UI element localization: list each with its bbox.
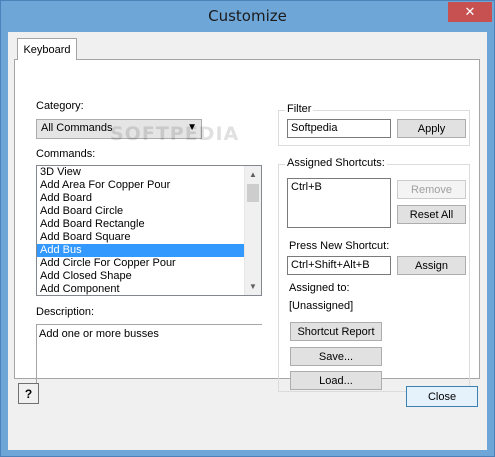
command-list-item[interactable]: Add Board Square: [37, 231, 261, 244]
assigned-shortcuts-label: Assigned Shortcuts:: [285, 157, 387, 169]
assigned-shortcuts-list[interactable]: Ctrl+B: [287, 178, 391, 228]
commands-label: Commands:: [36, 148, 96, 160]
load-button[interactable]: Load...: [290, 371, 382, 390]
window-title: Customize: [208, 7, 287, 25]
apply-button[interactable]: Apply: [397, 119, 466, 138]
command-list-item[interactable]: Add Circle For Copper Pour: [37, 257, 261, 270]
tab-keyboard[interactable]: Keyboard: [17, 38, 77, 60]
help-icon[interactable]: ?: [18, 383, 39, 404]
command-list-item[interactable]: Add Board: [37, 192, 261, 205]
commands-items: 3D View Add Area For Copper Pour Add Board…: [37, 166, 261, 295]
new-shortcut-label: Press New Shortcut:: [289, 240, 390, 252]
assign-button[interactable]: Assign: [397, 256, 466, 275]
remove-button[interactable]: Remove: [397, 180, 466, 199]
command-list-item[interactable]: Add Board Rectangle: [37, 218, 261, 231]
command-list-item[interactable]: Add Bus: [37, 244, 261, 257]
description-label: Description:: [36, 306, 95, 318]
commands-list[interactable]: 3D View Add Area For Copper Pour Add Board…: [36, 165, 262, 296]
new-shortcut-input[interactable]: Ctrl+Shift+Alt+B: [287, 256, 391, 275]
command-list-item[interactable]: Add Board Circle: [37, 205, 261, 218]
filter-input[interactable]: Softpedia: [287, 119, 391, 138]
commands-scrollbar[interactable]: ▲ ▼: [244, 166, 261, 295]
customize-window: Customize ✕ Keyboard Category: All Comma…: [0, 0, 495, 457]
window-close-icon[interactable]: ✕: [448, 2, 492, 22]
shortcut-report-button[interactable]: Shortcut Report: [290, 322, 382, 341]
command-list-item[interactable]: Add Area For Copper Pour: [37, 179, 261, 192]
dialog-client: Keyboard Category: All Commands ▼ SOFTPE…: [8, 32, 487, 450]
command-list-item[interactable]: Add Component: [37, 283, 261, 295]
reset-all-button[interactable]: Reset All: [397, 205, 466, 224]
scroll-up-icon[interactable]: ▲: [245, 166, 261, 183]
save-button[interactable]: Save...: [290, 347, 382, 366]
description-box: Add one or more busses: [36, 324, 262, 388]
assigned-to-value: [Unassigned]: [289, 300, 354, 312]
assigned-to-label: Assigned to:: [289, 282, 350, 294]
scroll-down-icon[interactable]: ▼: [245, 278, 261, 295]
close-button[interactable]: Close: [406, 386, 478, 407]
filter-label: Filter: [285, 103, 314, 115]
command-list-item[interactable]: Add Closed Shape: [37, 270, 261, 283]
scroll-thumb[interactable]: [247, 184, 259, 202]
softpedia-watermark: SOFTPEDIA: [110, 123, 240, 145]
command-list-item[interactable]: 3D View: [37, 166, 261, 179]
title-bar[interactable]: Customize ✕: [1, 1, 494, 32]
keyboard-panel: Category: All Commands ▼ SOFTPEDIA Comma…: [14, 59, 480, 392]
category-value: All Commands: [41, 122, 113, 134]
category-label: Category:: [36, 100, 84, 112]
